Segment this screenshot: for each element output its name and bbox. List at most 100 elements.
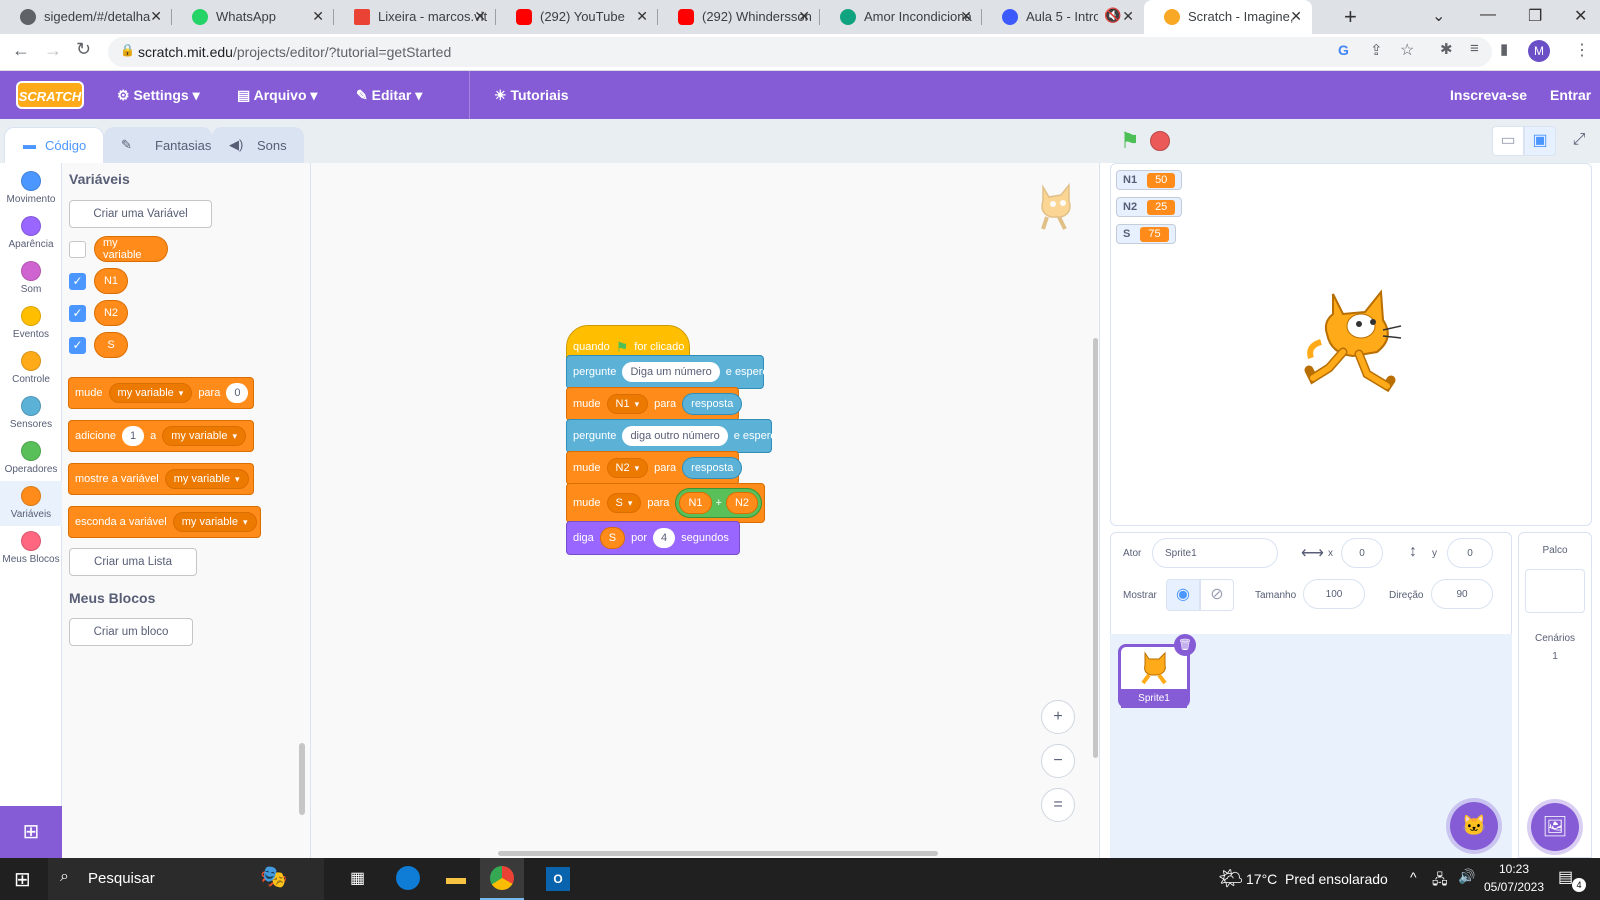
close-tab-icon[interactable]: ✕ — [960, 8, 972, 25]
add-backdrop-button[interactable]: 🖼 — [1531, 803, 1579, 851]
close-tab-icon[interactable]: ✕ — [1122, 8, 1134, 25]
answer-reporter[interactable]: resposta — [682, 393, 743, 415]
settings-menu[interactable]: ⚙ Settings ▾ — [117, 87, 200, 104]
outlook-icon[interactable]: O — [546, 867, 570, 891]
category-events[interactable]: Eventos — [0, 306, 62, 340]
set-variable-block[interactable]: mude N1 para resposta — [566, 387, 743, 421]
browser-menu-icon[interactable]: ⋮ — [1574, 40, 1590, 60]
clock-time[interactable]: 10:23 — [1484, 862, 1544, 876]
set-variable-block[interactable]: mude my variable para 0 — [68, 377, 254, 409]
variable-reporter[interactable]: N2 — [94, 300, 128, 326]
new-tab-button[interactable]: + — [1344, 4, 1357, 30]
show-eye-button[interactable]: ◉ — [1166, 579, 1200, 611]
ask-and-wait-block[interactable]: pergunte Diga um número e espere — [566, 355, 769, 389]
variable-reporter[interactable]: S — [599, 527, 626, 549]
variable-dropdown[interactable]: my variable — [172, 512, 257, 532]
question-input[interactable]: diga outro número — [622, 426, 728, 446]
variable-reporter[interactable]: N2 — [725, 492, 758, 514]
variable-reporter[interactable]: S — [94, 332, 128, 358]
side-panel-icon[interactable]: ▮ — [1500, 40, 1508, 58]
hide-variable-block[interactable]: esconda a variável my variable — [68, 506, 261, 538]
variable-checkbox[interactable]: ✓ — [69, 305, 86, 322]
chrome-taskbar-button[interactable] — [480, 858, 524, 900]
signup-link[interactable]: Inscreva-se — [1450, 87, 1527, 103]
tutorials-menu[interactable]: ☀ Tutoriais — [494, 87, 569, 104]
variable-dropdown[interactable]: my variable — [108, 383, 193, 403]
category-sensing[interactable]: Sensores — [0, 396, 62, 430]
minimize-button[interactable]: — — [1480, 6, 1496, 24]
backdrop-thumbnail[interactable] — [1525, 569, 1585, 613]
sprite-name-input[interactable]: Sprite1 — [1152, 538, 1278, 568]
edit-menu[interactable]: ✎ Editar ▾ — [356, 87, 422, 104]
show-variable-block[interactable]: mostre a variável my variable — [68, 463, 254, 495]
close-tab-icon[interactable]: ✕ — [312, 8, 324, 25]
media-control-icon[interactable]: ≡ — [1470, 40, 1479, 57]
variable-reporter[interactable]: N1 — [679, 492, 712, 514]
task-view-icon[interactable]: ▦ — [350, 868, 365, 888]
category-variables[interactable]: Variáveis — [0, 481, 62, 526]
small-stage-button[interactable]: ▭ — [1492, 126, 1524, 156]
variable-monitor[interactable]: S 75 — [1116, 224, 1176, 244]
large-stage-button[interactable]: ▣ — [1524, 126, 1556, 156]
signin-link[interactable]: Entrar — [1550, 87, 1591, 103]
palette-scrollbar[interactable] — [299, 743, 305, 815]
forward-icon[interactable]: → — [44, 40, 62, 61]
share-icon[interactable]: ⇪ — [1370, 41, 1383, 59]
browser-tab[interactable]: (292) Whindersson ✕ — [658, 0, 820, 34]
answer-reporter[interactable]: resposta — [682, 457, 743, 479]
stop-button[interactable] — [1150, 131, 1170, 151]
clock-date[interactable]: 05/07/2023 — [1478, 880, 1550, 894]
variable-reporter[interactable]: my variable — [94, 236, 168, 262]
fullscreen-button[interactable]: ⤢ — [1564, 126, 1594, 156]
tab-costumes[interactable]: ✎ Fantasias — [104, 127, 212, 163]
variable-dropdown[interactable]: my variable — [164, 469, 249, 489]
browser-tab[interactable]: Aula 5 - Introd 🔇 ✕ — [982, 0, 1144, 34]
make-list-button[interactable]: Criar uma Lista — [69, 548, 197, 576]
add-extension-button[interactable]: ⊞ — [0, 806, 62, 858]
google-icon[interactable]: G — [1338, 42, 1349, 58]
maximize-button[interactable]: ❐ — [1528, 6, 1542, 26]
taskbar-search[interactable]: ⌕ Pesquisar 🎭 — [48, 858, 324, 900]
notifications-icon[interactable]: ▤ — [1558, 867, 1573, 887]
green-flag-button[interactable]: ⚑ — [1120, 128, 1140, 154]
lock-icon[interactable]: 🔒 — [120, 43, 135, 57]
hide-eye-button[interactable]: ⊘ — [1200, 579, 1234, 611]
set-variable-block[interactable]: mude S para N1 + N2 — [566, 483, 765, 523]
variable-reporter[interactable]: N1 — [94, 268, 128, 294]
script-workspace[interactable]: quando ⚑ for clicado pergunte Diga um nú… — [311, 163, 1100, 858]
seconds-input[interactable]: 4 — [653, 528, 676, 548]
variable-monitor[interactable]: N1 50 — [1116, 170, 1183, 190]
scratch-logo[interactable]: SCRATCH — [16, 81, 84, 109]
close-tab-icon[interactable]: ✕ — [798, 8, 810, 25]
tab-search-icon[interactable]: ⌄ — [1432, 6, 1445, 26]
variable-checkbox[interactable] — [69, 241, 86, 258]
chevron-up-icon[interactable]: ^ — [1410, 869, 1417, 885]
close-tab-icon[interactable]: ✕ — [150, 8, 162, 25]
cat-sprite[interactable] — [1303, 286, 1413, 394]
extensions-icon[interactable]: ✱ — [1440, 40, 1453, 58]
category-motion[interactable]: Movimento — [0, 171, 62, 205]
make-variable-button[interactable]: Criar uma Variável — [69, 200, 212, 228]
close-window-button[interactable]: ✕ — [1574, 6, 1587, 26]
browser-tab[interactable]: (292) YouTube ✕ — [496, 0, 658, 34]
file-explorer-icon[interactable]: ▬ — [446, 867, 466, 890]
browser-tab[interactable]: Amor Incondiciona ✕ — [820, 0, 982, 34]
browser-tab[interactable]: sigedem/#/detalha ✕ — [0, 0, 172, 34]
edge-icon[interactable] — [396, 866, 420, 890]
value-input[interactable]: 1 — [121, 426, 145, 446]
category-control[interactable]: Controle — [0, 351, 62, 385]
say-for-secs-block[interactable]: diga S por 4 segundos — [566, 521, 740, 555]
variable-monitor[interactable]: N2 25 — [1116, 197, 1183, 217]
variable-checkbox[interactable]: ✓ — [69, 337, 86, 354]
profile-avatar[interactable]: M — [1528, 40, 1550, 62]
stage-canvas[interactable]: N1 50 N2 25 S 75 — [1110, 163, 1592, 526]
tab-code[interactable]: ▬ Código — [4, 127, 104, 163]
direction-input[interactable]: 90 — [1431, 579, 1493, 609]
add-sprite-button[interactable]: 🐱 — [1450, 802, 1498, 850]
question-input[interactable]: Diga um número — [622, 362, 720, 382]
network-icon[interactable]: 🖧 — [1432, 869, 1448, 893]
x-input[interactable]: 0 — [1341, 538, 1383, 568]
category-sound[interactable]: Som — [0, 261, 62, 295]
size-input[interactable]: 100 — [1303, 579, 1365, 609]
close-tab-icon[interactable]: ✕ — [636, 8, 648, 25]
